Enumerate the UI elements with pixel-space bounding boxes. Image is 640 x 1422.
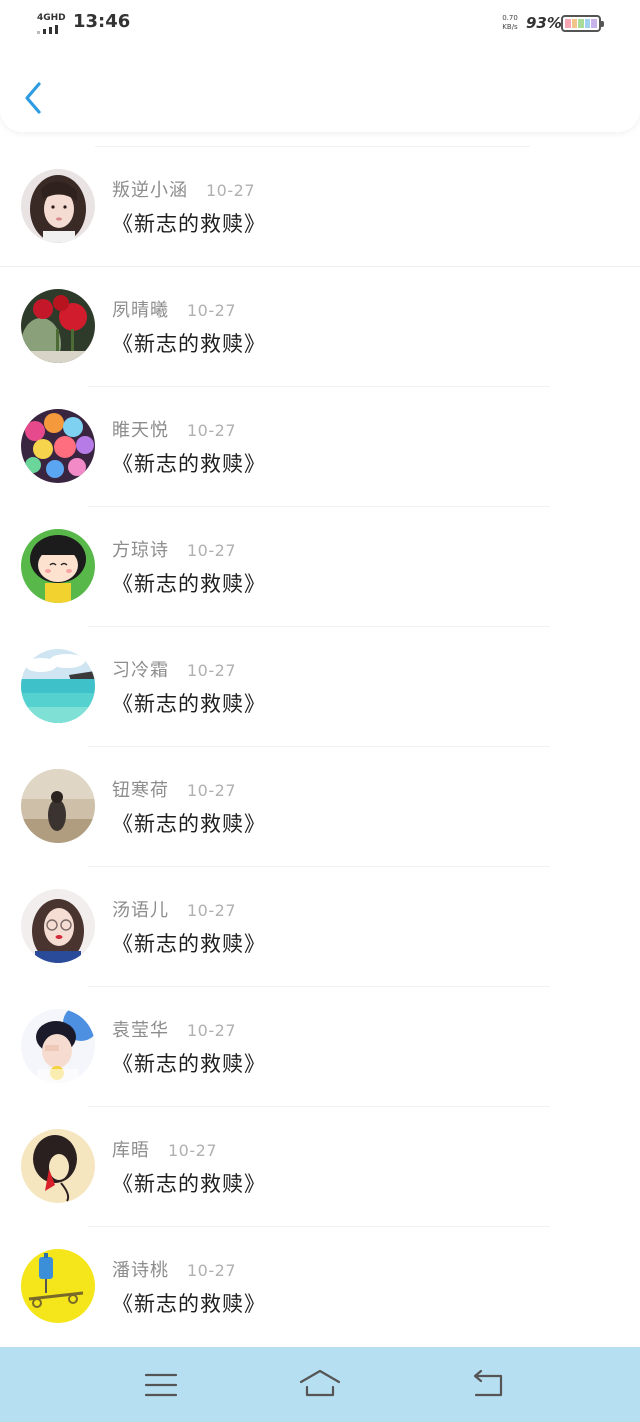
item-date: 10-27: [168, 1141, 217, 1160]
divider: [88, 866, 550, 867]
book-title[interactable]: 《新志的救赎》: [112, 1048, 266, 1078]
user-name: 睢天悦: [112, 420, 169, 441]
avatar[interactable]: [21, 769, 95, 843]
item-meta: 睢天悦 10-27: [112, 416, 236, 441]
chevron-left-icon: [25, 82, 41, 114]
user-name: 袁莹华: [112, 1020, 169, 1041]
divider: [88, 626, 550, 627]
item-meta: 潘诗桃 10-27: [112, 1256, 236, 1281]
list-item[interactable]: 袁莹华 10-27 《新志的救赎》: [0, 986, 640, 1106]
item-date: 10-27: [187, 301, 236, 320]
avatar[interactable]: [21, 169, 95, 243]
list-item[interactable]: 习冷霜 10-27 《新志的救赎》: [0, 626, 640, 746]
home-icon: [299, 1369, 341, 1397]
back-nav-button[interactable]: [466, 1367, 510, 1403]
avatar[interactable]: [21, 409, 95, 483]
network-speed: 0.70 KB/s: [499, 14, 521, 32]
divider: [88, 1226, 550, 1227]
item-date: 10-27: [187, 1261, 236, 1280]
user-name: 汤语儿: [112, 900, 169, 921]
item-date: 10-27: [187, 901, 236, 920]
list-item[interactable]: 钮寒荷 10-27 《新志的救赎》: [0, 746, 640, 866]
book-title[interactable]: 《新志的救赎》: [112, 808, 266, 838]
back-button[interactable]: [20, 80, 50, 116]
book-title[interactable]: 《新志的救赎》: [112, 1168, 266, 1198]
item-meta: 方琼诗 10-27: [112, 536, 236, 561]
signal-icon: 4GHD: [37, 13, 67, 35]
list-item[interactable]: 夙晴曦 10-27 《新志的救赎》: [0, 266, 640, 386]
user-name: 夙晴曦: [112, 300, 169, 321]
list-item[interactable]: 睢天悦 10-27 《新志的救赎》: [0, 386, 640, 506]
book-title[interactable]: 《新志的救赎》: [112, 208, 266, 238]
list-item[interactable]: 方琼诗 10-27 《新志的救赎》: [0, 506, 640, 626]
divider: [88, 1106, 550, 1107]
book-title[interactable]: 《新志的救赎》: [112, 448, 266, 478]
list-item[interactable]: 库晤 10-27 《新志的救赎》: [0, 1106, 640, 1226]
reader-list: 叛逆小涵 10-27 《新志的救赎》 夙晴曦 10-27 《新志的救赎》 睢天悦…: [0, 146, 640, 1346]
item-meta: 袁莹华 10-27: [112, 1016, 236, 1041]
book-title[interactable]: 《新志的救赎》: [112, 688, 266, 718]
user-name: 潘诗桃: [112, 1260, 169, 1281]
network-speed-value: 0.70: [502, 14, 518, 22]
divider: [88, 386, 550, 387]
avatar[interactable]: [21, 649, 95, 723]
list-item[interactable]: 汤语儿 10-27 《新志的救赎》: [0, 866, 640, 986]
menu-button[interactable]: [139, 1367, 183, 1403]
divider: [88, 746, 550, 747]
book-title[interactable]: 《新志的救赎》: [112, 928, 266, 958]
home-button[interactable]: [298, 1367, 342, 1403]
network-speed-unit: KB/s: [502, 23, 518, 31]
divider: [88, 986, 550, 987]
item-meta: 钮寒荷 10-27: [112, 776, 236, 801]
list-item[interactable]: 叛逆小涵 10-27 《新志的救赎》: [0, 146, 640, 266]
network-type: 4GHD: [37, 13, 66, 23]
avatar[interactable]: [21, 529, 95, 603]
user-name: 钮寒荷: [112, 780, 169, 801]
list-item[interactable]: 潘诗桃 10-27 《新志的救赎》: [0, 1226, 640, 1346]
back-icon: [473, 1369, 503, 1397]
item-meta: 汤语儿 10-27: [112, 896, 236, 921]
divider: [95, 146, 530, 147]
avatar[interactable]: [21, 1249, 95, 1323]
item-date: 10-27: [187, 421, 236, 440]
top-header: 4GHD 13:46 0.70 KB/s 93%: [0, 0, 640, 132]
avatar[interactable]: [21, 289, 95, 363]
user-name: 习冷霜: [112, 660, 169, 681]
item-date: 10-27: [206, 181, 255, 200]
item-date: 10-27: [187, 661, 236, 680]
book-title[interactable]: 《新志的救赎》: [112, 328, 266, 358]
user-name: 方琼诗: [112, 540, 169, 561]
avatar[interactable]: [21, 889, 95, 963]
item-date: 10-27: [187, 541, 236, 560]
book-title[interactable]: 《新志的救赎》: [112, 1288, 266, 1318]
item-meta: 习冷霜 10-27: [112, 656, 236, 681]
menu-icon: [144, 1373, 178, 1397]
battery-percent: 93%: [526, 14, 562, 32]
item-meta: 库晤 10-27: [112, 1136, 217, 1161]
avatar[interactable]: [21, 1009, 95, 1083]
item-meta: 夙晴曦 10-27: [112, 296, 236, 321]
item-meta: 叛逆小涵 10-27: [112, 176, 255, 201]
status-bar: 4GHD 13:46 0.70 KB/s 93%: [0, 0, 640, 46]
item-date: 10-27: [187, 1021, 236, 1040]
divider: [88, 506, 550, 507]
user-name: 库晤: [112, 1140, 150, 1161]
battery-icon: [561, 15, 604, 32]
divider: [0, 266, 640, 267]
status-time: 13:46: [73, 11, 131, 32]
avatar[interactable]: [21, 1129, 95, 1203]
book-title[interactable]: 《新志的救赎》: [112, 568, 266, 598]
system-nav-bar: [0, 1347, 640, 1422]
item-date: 10-27: [187, 781, 236, 800]
user-name: 叛逆小涵: [112, 180, 188, 201]
